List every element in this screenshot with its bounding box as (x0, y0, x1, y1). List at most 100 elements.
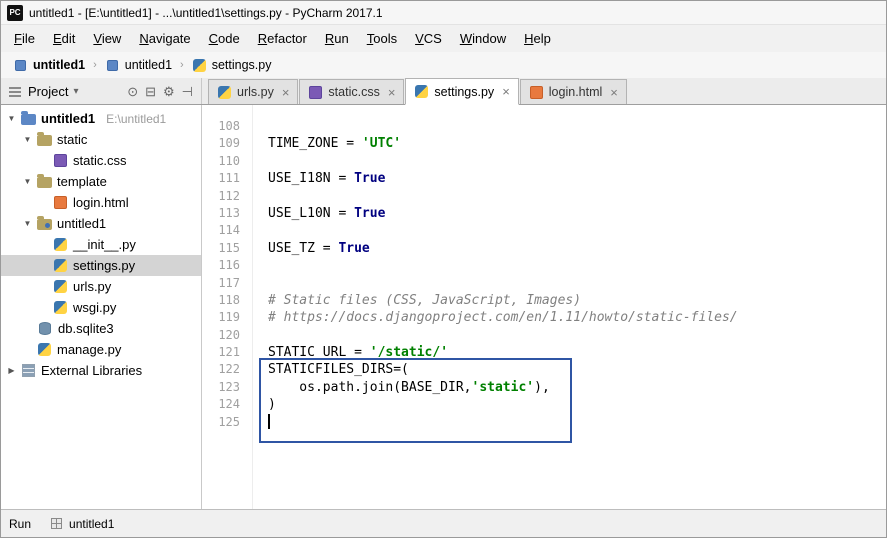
code-line-108[interactable]: 108 (202, 118, 886, 135)
tree-item-db.sqlite3[interactable]: db.sqlite3 (1, 318, 201, 339)
menu-item-tools[interactable]: Tools (358, 27, 406, 50)
tree-item-untitled1[interactable]: ▼ untitled1 E:\untitled1 (1, 108, 201, 129)
code-line-111[interactable]: 111 USE_I18N = True (202, 170, 886, 187)
line-number[interactable]: 122 (202, 361, 252, 378)
code-line-118[interactable]: 118 # Static files (CSS, JavaScript, Imag… (202, 292, 886, 309)
tree-item-settings.py[interactable]: settings.py (1, 255, 201, 276)
chevron-down-icon[interactable]: ▼ (23, 135, 32, 144)
project-panel-title[interactable]: Project (28, 84, 68, 99)
tab-static.css[interactable]: static.css × (299, 79, 405, 104)
chevron-down-icon[interactable]: ▼ (7, 114, 16, 123)
module-icon (106, 59, 118, 71)
line-number[interactable]: 114 (202, 222, 252, 239)
code-line-115[interactable]: 115 USE_TZ = True (202, 240, 886, 257)
code-line-116[interactable]: 116 (202, 257, 886, 274)
python-file-icon (54, 301, 67, 314)
code-line-113[interactable]: 113 USE_L10N = True (202, 205, 886, 222)
code-line-120[interactable]: 120 (202, 327, 886, 344)
menu-item-help[interactable]: Help (515, 27, 560, 50)
breadcrumb-item-untitled1[interactable]: untitled1 (101, 56, 176, 75)
code-line-109[interactable]: 109 TIME_ZONE = 'UTC' (202, 135, 886, 152)
breadcrumb-item-untitled1[interactable]: untitled1 (9, 56, 89, 75)
menu-item-file[interactable]: File (5, 27, 44, 50)
code-line-112[interactable]: 112 (202, 188, 886, 205)
code-line-125[interactable]: 125 (202, 413, 886, 431)
code-line-121[interactable]: 121 STATIC_URL = '/static/' (202, 344, 886, 361)
code-line-124[interactable]: 124) (202, 396, 886, 413)
line-number[interactable]: 120 (202, 327, 252, 344)
tree-item-External Libraries[interactable]: ▶ External Libraries (1, 360, 201, 381)
breadcrumb-item-settings.py[interactable]: settings.py (188, 56, 276, 75)
tree-item-urls.py[interactable]: urls.py (1, 276, 201, 297)
tree-item-template[interactable]: ▼ template (1, 171, 201, 192)
tab-settings.py[interactable]: settings.py × (405, 78, 519, 105)
chevron-down-icon[interactable]: ▼ (23, 219, 32, 228)
line-number[interactable]: 113 (202, 205, 252, 222)
menu-item-code[interactable]: Code (200, 27, 249, 50)
line-text: ) (268, 397, 276, 413)
title-bar: PC untitled1 - [E:\untitled1] - ...\unti… (1, 1, 886, 25)
chevron-down-icon[interactable]: ▼ (23, 177, 32, 186)
hide-icon[interactable]: ⊣ (182, 85, 193, 98)
folder-icon (37, 132, 52, 146)
tree-item-static[interactable]: ▼ static (1, 129, 201, 150)
tab-close-icon[interactable]: × (282, 86, 290, 99)
menu-item-view[interactable]: View (84, 27, 130, 50)
tree-item-login.html[interactable]: login.html (1, 192, 201, 213)
line-number[interactable]: 121 (202, 344, 252, 361)
tab-login.html[interactable]: login.html × (519, 79, 627, 104)
line-number[interactable]: 108 (202, 118, 252, 135)
python-file-icon (218, 85, 231, 99)
tree-item-manage.py[interactable]: manage.py (1, 339, 201, 360)
line-number[interactable]: 123 (202, 379, 252, 396)
tree-item-__init__.py[interactable]: __init__.py (1, 234, 201, 255)
status-run-tab[interactable]: untitled1 (43, 514, 120, 533)
chevron-down-icon[interactable]: ▾ (73, 86, 78, 97)
line-number[interactable]: 111 (202, 170, 252, 187)
line-number[interactable]: 125 (202, 414, 252, 431)
app-icon: PC (7, 4, 23, 21)
code-line-114[interactable]: 114 (202, 222, 886, 239)
code-line-122[interactable]: 122 STATICFILES_DIRS=( (202, 361, 886, 378)
tree-item-wsgi.py[interactable]: wsgi.py (1, 297, 201, 318)
collapse-all-icon[interactable]: ⊟ (145, 85, 156, 98)
tab-close-icon[interactable]: × (502, 85, 510, 98)
python-file-icon (54, 280, 67, 293)
menu-item-navigate[interactable]: Navigate (130, 27, 199, 50)
line-number[interactable]: 110 (202, 153, 252, 170)
line-number[interactable]: 117 (202, 275, 252, 292)
tab-close-icon[interactable]: × (388, 86, 396, 99)
package-icon (37, 216, 52, 230)
line-number[interactable]: 112 (202, 188, 252, 205)
tab-close-icon[interactable]: × (610, 86, 618, 99)
tree-item-static.css[interactable]: static.css (1, 150, 201, 171)
code-line-123[interactable]: 123 os.path.join(BASE_DIR,'static'), (202, 379, 886, 396)
code-line-119[interactable]: 119 # https://docs.djangoproject.com/en/1… (202, 309, 886, 326)
line-text: # Static files (CSS, JavaScript, Images) (268, 292, 582, 308)
css-file-icon (309, 85, 323, 99)
line-number[interactable]: 109 (202, 135, 252, 152)
line-text: STATICFILES_DIRS=( (268, 362, 409, 378)
menu-item-run[interactable]: Run (316, 27, 358, 50)
code-editor[interactable]: 108 109 TIME_ZONE = 'UTC' 110 111 USE_I18N = … (202, 105, 886, 509)
code-line-110[interactable]: 110 (202, 153, 886, 170)
line-number[interactable]: 116 (202, 257, 252, 274)
menu-item-window[interactable]: Window (451, 27, 515, 50)
line-number[interactable]: 119 (202, 309, 252, 326)
menu-item-edit[interactable]: Edit (44, 27, 84, 50)
line-number[interactable]: 118 (202, 292, 252, 309)
tool-row: Project ▾ ⊙ ⊟ ⚙ ⊣ urls.py × static.css × settin… (1, 78, 886, 105)
tree-item-untitled1[interactable]: ▼ untitled1 (1, 213, 201, 234)
code-line-117[interactable]: 117 (202, 275, 886, 292)
tree-label: wsgi.py (73, 300, 117, 315)
locate-icon[interactable]: ⊙ (127, 85, 138, 98)
run-toolwindow-button[interactable]: Run (9, 517, 31, 531)
line-number[interactable]: 124 (202, 396, 252, 413)
chevron-right-icon[interactable]: ▶ (7, 366, 16, 375)
menu-item-vcs[interactable]: VCS (406, 27, 451, 50)
tab-urls.py[interactable]: urls.py × (208, 79, 299, 104)
tree-label: static.css (73, 153, 127, 168)
settings-icon[interactable]: ⚙ (163, 85, 175, 98)
menu-item-refactor[interactable]: Refactor (249, 27, 316, 50)
line-number[interactable]: 115 (202, 240, 252, 257)
